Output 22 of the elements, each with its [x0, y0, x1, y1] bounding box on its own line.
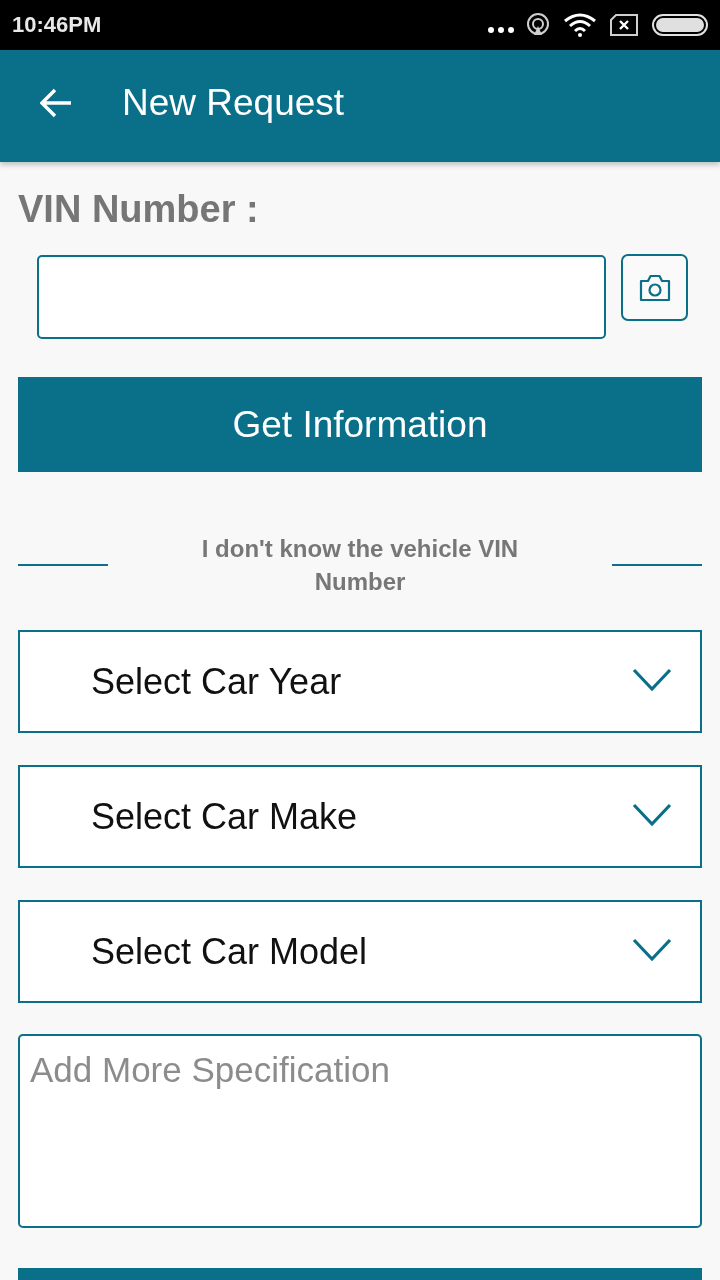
get-information-button[interactable]: Get Information [18, 377, 702, 472]
vin-label: VIN Number : [18, 187, 260, 232]
chevron-down-icon [632, 667, 672, 692]
back-button[interactable] [40, 88, 72, 118]
chevron-down-icon [632, 937, 672, 962]
battery-icon [652, 14, 708, 36]
no-vin-text: I don't know the vehicle VIN Number [200, 534, 520, 597]
camera-icon [637, 273, 672, 302]
screen-title: New Request [122, 82, 345, 124]
dropdown[interactable]: Select Car Make [18, 765, 702, 868]
wifi-icon [564, 13, 596, 37]
more-dots-icon [488, 27, 514, 33]
status-time: 10:46PM [12, 12, 102, 38]
dropdown[interactable]: Select Car Year [18, 630, 702, 733]
chevron-down-icon [632, 802, 672, 827]
vin-input[interactable] [37, 255, 606, 339]
specification-textarea[interactable]: Add More Specification [18, 1034, 702, 1228]
camera-button[interactable] [621, 254, 688, 321]
ring-icon [526, 13, 550, 37]
dropdown[interactable]: Select Car Model [18, 900, 702, 1003]
back-arrow-icon [40, 88, 72, 118]
sim-x-icon [610, 14, 638, 36]
